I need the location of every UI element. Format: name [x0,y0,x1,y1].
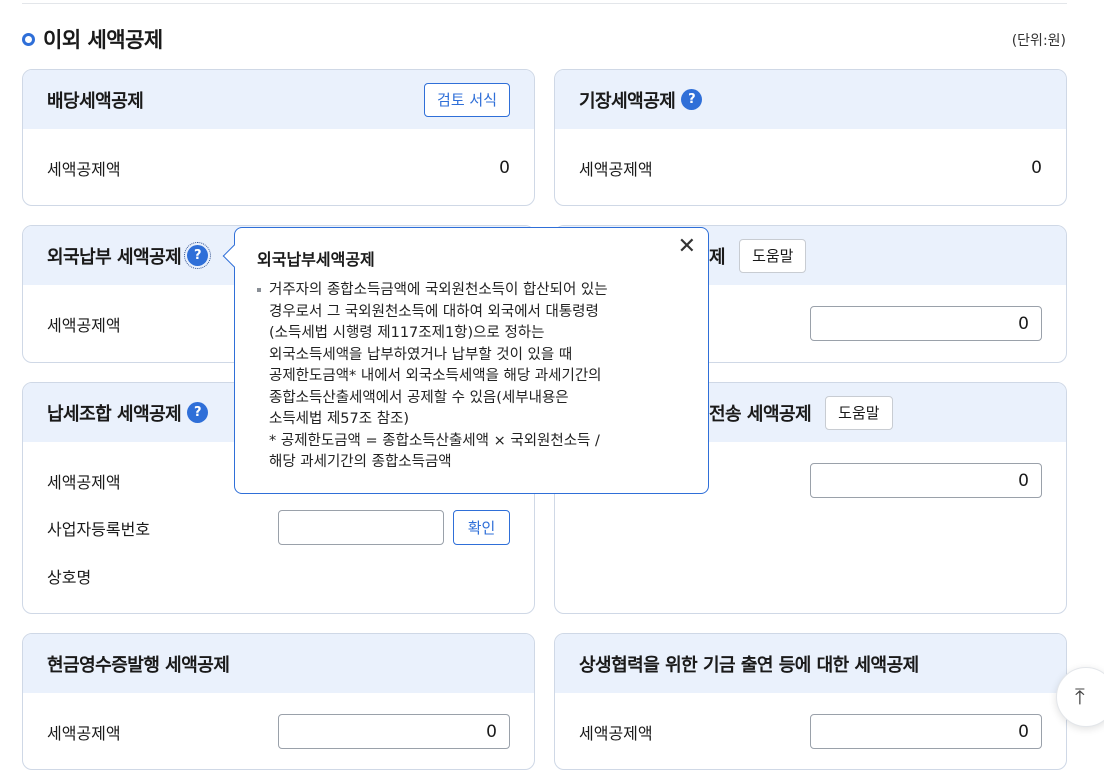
section-title-text: 이외 세액공제 [43,28,163,52]
credit-amount-input[interactable]: 0 [810,463,1042,498]
card-title: 기장세액공제 [579,90,676,112]
tooltip-line: 경우로서 그 국외원천소득에 대하여 외국에서 대통령령 [269,303,599,320]
card-title: 외국납부 세액공제 [47,246,182,268]
card-title: 현금영수증발행 세액공제 [47,654,230,676]
close-icon[interactable]: ✕ [678,236,696,258]
help-question-icon[interactable]: ? [681,89,703,110]
bizno-row: 사업자등록번호 확인 [47,510,510,545]
trade-name-row: 상호명 [47,564,510,588]
row-label: 세액공제액 [47,723,121,743]
tooltip-note: * 공제한도금액 = 종합소득산출세액 × 국외원천소득 / 해당 과세기간의 … [257,431,686,474]
card-title: 상생협력을 위한 기금 출연 등에 대한 세액공제 [579,654,919,676]
card-header: 배당세액공제 검토 서식 [23,70,534,129]
bizno-label: 사업자등록번호 [47,519,151,539]
row-label: 세액공제액 [47,316,121,335]
tooltip-line: 공제한도금액* 내에서 외국소득세액을 해당 과세기간의 [269,368,602,384]
foreign-tax-help-tooltip: 외국납부세액공제 ✕ 거주자의 종합소득금액에 국외원천소득이 합산되어 있는 … [222,227,709,494]
credit-amount-input[interactable]: 0 [810,714,1042,749]
row-label: 세액공제액 [47,160,121,179]
credit-amount-input[interactable]: 0 [278,714,510,749]
card-header: 현금영수증발행 세액공제 [23,634,534,693]
card-title: 배당세액공제 [47,90,144,112]
credit-value: 0 [1031,158,1042,178]
row-label: 세액공제액 [579,723,653,743]
confirm-button[interactable]: 확인 [453,510,510,545]
arrow-up-to-line-icon: ⤒ [1075,684,1085,710]
bullet-ring-icon [22,32,35,46]
top-divider [22,3,1067,4]
card-title: 전송 세액공제 [709,403,812,425]
credit-row: 세액공제액 0 [579,156,1042,180]
tooltip-line: 외국소득세액을 납부하였거나 납부할 것이 있을 때 [269,346,573,363]
tooltip-line: 소득세법 제57조 참조) [269,411,410,427]
unit-label: (단위:원) [1011,33,1066,49]
card-title: 제 [709,246,726,268]
credit-row: 세액공제액 0 [579,714,1042,749]
card-title: 납세조합 세액공제 [47,403,182,425]
row-label: 세액공제액 [579,160,653,179]
review-form-button[interactable]: 검토 서식 [424,82,510,117]
section-title: 이외 세액공제 [22,24,163,54]
credit-amount-input[interactable]: 0 [810,306,1042,341]
tooltip-line: 거주자의 종합소득금액에 국외원천소득이 합산되어 있는 [269,282,608,298]
credit-row: 세액공제액 0 [47,156,510,180]
tooltip-note-line: * 공제한도금액 = 종합소득산출세액 × 국외원천소득 / [269,432,600,449]
tooltip-body: 거주자의 종합소득금액에 국외원천소득이 합산되어 있는 경우로서 그 국외원천… [257,280,686,431]
help-button[interactable]: 도움말 [825,395,893,430]
bookkeeping-credit-card: 기장세액공제 ? 세액공제액 0 [554,69,1067,206]
dividend-credit-card: 배당세액공제 검토 서식 세액공제액 0 [22,69,535,206]
row-label: 세액공제액 [47,473,121,492]
card-header: 기장세액공제 ? [555,70,1066,129]
help-button[interactable]: 도움말 [739,238,807,273]
credit-row: 세액공제액 0 [47,714,510,749]
tooltip-title: 외국납부세액공제 [257,250,375,269]
trade-name-label: 상호명 [47,568,92,587]
credit-value: 0 [499,158,510,178]
win-win-credit-card: 상생협력을 위한 기금 출연 등에 대한 세액공제 세액공제액 0 [554,633,1067,770]
tooltip-line: 종합소득산출세액에서 공제할 수 있음(세부내용은 [269,389,569,406]
tooltip-note-line: 해당 과세기간의 종합소득금액 [269,454,452,470]
bullet-icon [257,288,261,292]
help-question-icon[interactable]: ? [184,242,212,269]
bizno-input[interactable] [278,510,444,545]
tooltip-line: (소득세법 시행령 제117조제1항)으로 정하는 [269,325,545,341]
card-header: 상생협력을 위한 기금 출연 등에 대한 세액공제 [555,634,1066,693]
cash-receipt-credit-card: 현금영수증발행 세액공제 세액공제액 0 [22,633,535,770]
help-question-icon[interactable]: ? [187,402,209,423]
